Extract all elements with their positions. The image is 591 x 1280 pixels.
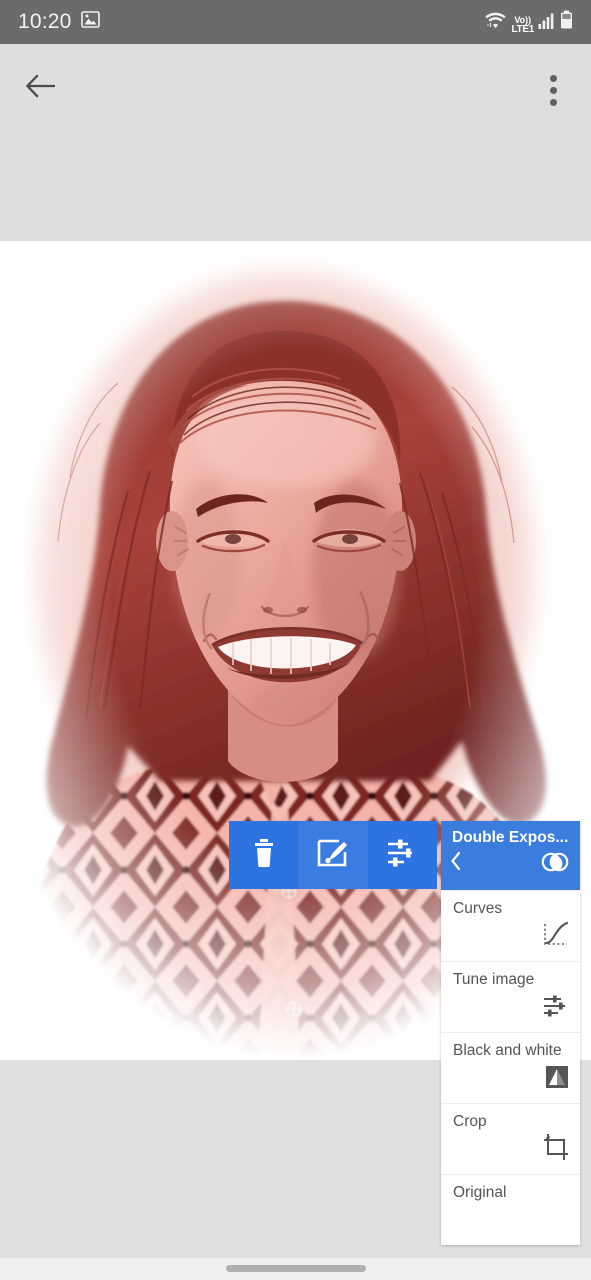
- looks-header-title: Double Expos...: [452, 829, 569, 846]
- look-item-tune-image[interactable]: Tune image: [441, 961, 580, 1032]
- status-bar-right: Vo)) LTE1: [484, 10, 573, 35]
- look-item-original[interactable]: Original: [441, 1174, 580, 1245]
- overflow-menu-button[interactable]: [533, 66, 573, 114]
- edit-toolbar: [229, 821, 437, 889]
- black-and-white-icon: [544, 1064, 570, 1095]
- volte-icon: Vo)) LTE1: [511, 15, 534, 35]
- back-button[interactable]: [18, 66, 62, 110]
- wifi-icon: [484, 10, 507, 35]
- more-vertical-icon: [549, 98, 557, 106]
- image-icon: [80, 11, 100, 33]
- battery-icon: [560, 10, 573, 35]
- delete-button[interactable]: [229, 821, 299, 889]
- trash-icon: [249, 837, 279, 874]
- look-item-crop[interactable]: Crop: [441, 1103, 580, 1174]
- look-item-label: Crop: [453, 1113, 487, 1130]
- tune-sliders-icon: [386, 838, 418, 873]
- look-item-curves[interactable]: Curves: [441, 890, 580, 961]
- more-vertical-icon: [549, 74, 557, 82]
- double-exposure-icon: [540, 849, 570, 880]
- arrow-left-icon: [25, 73, 56, 104]
- tune-sliders-icon: [542, 993, 570, 1024]
- looks-menu-panel: Double Expos... Curves Tune image Black …: [441, 821, 580, 1245]
- looks-header-double-exposure[interactable]: Double Expos...: [441, 821, 580, 890]
- chevron-left-icon[interactable]: [450, 851, 461, 875]
- curves-icon: [542, 920, 570, 953]
- tune-button[interactable]: [367, 821, 437, 889]
- look-item-label: Tune image: [453, 971, 535, 988]
- edit-button[interactable]: [298, 821, 368, 889]
- crop-icon: [542, 1133, 570, 1166]
- look-item-black-and-white[interactable]: Black and white: [441, 1032, 580, 1103]
- status-bar: 10:20 Vo)) LTE1: [0, 0, 591, 44]
- look-item-label: Original: [453, 1184, 507, 1201]
- status-bar-left: 10:20: [18, 10, 100, 34]
- status-clock: 10:20: [18, 10, 72, 33]
- home-indicator[interactable]: [225, 1265, 366, 1272]
- brush-edit-icon: [317, 838, 349, 873]
- look-item-label: Black and white: [453, 1042, 562, 1059]
- look-item-label: Curves: [453, 900, 503, 917]
- app-bar: [0, 44, 591, 241]
- volte-bottom-label: LTE1: [511, 23, 534, 35]
- navigation-bar: [0, 1258, 591, 1280]
- signal-icon: [538, 12, 556, 35]
- more-vertical-icon: [549, 86, 557, 94]
